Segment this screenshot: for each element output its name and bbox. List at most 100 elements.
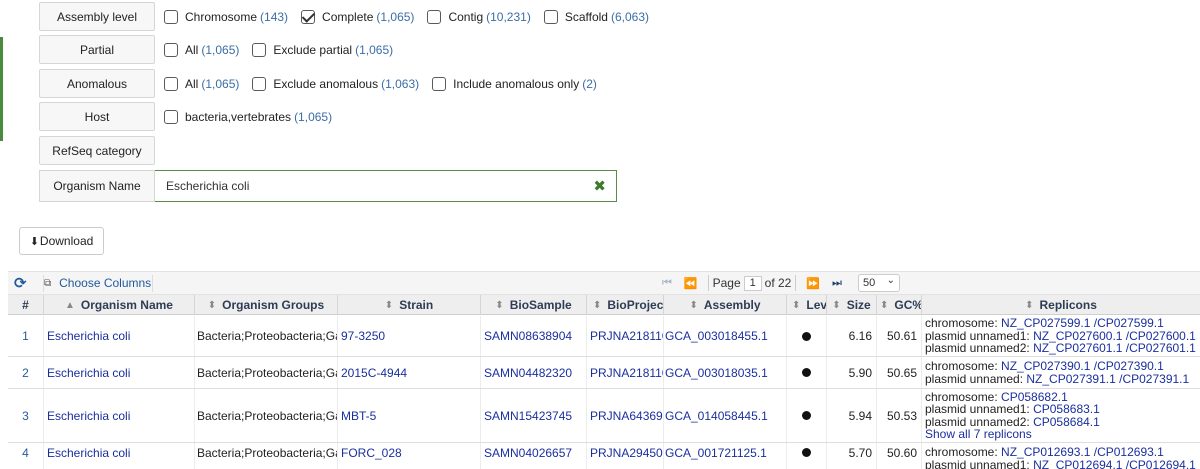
column-header-size[interactable]: ⬍ Size — [827, 295, 877, 315]
assembly-link[interactable]: GCA_014058445.1 — [664, 389, 787, 442]
assembly-link[interactable]: GCA_003018035.1 — [664, 357, 787, 388]
page-label: Page — [712, 276, 741, 290]
column-header-label: Replicons — [1039, 298, 1097, 312]
option-exclude-anomalous[interactable]: Exclude anomalous (1,063) — [252, 76, 420, 91]
option-count: (143) — [260, 9, 289, 24]
option-include-anomalous-only[interactable]: Include anomalous only (2) — [432, 76, 597, 91]
organism-name-link[interactable]: Escherichia coli — [44, 443, 195, 469]
strain-link[interactable]: 2015C-4944 — [338, 357, 481, 388]
replicon-link[interactable]: CP058684.1 — [1033, 415, 1100, 429]
option-count: (6,063) — [610, 9, 650, 24]
filter-label-refseq-category[interactable]: RefSeq category — [39, 136, 155, 165]
checkbox-exclude-partial[interactable] — [252, 42, 267, 57]
biosample-link[interactable]: SAMN15423745 — [481, 389, 587, 442]
option-contig[interactable]: Contig (10,231) — [427, 9, 531, 24]
complete-level-icon — [802, 331, 811, 341]
column-header-replicons[interactable]: ⬍ Replicons — [922, 295, 1200, 315]
download-button[interactable]: ⬇ Download — [19, 227, 104, 255]
option-complete[interactable]: Complete (1,065) — [301, 9, 414, 24]
organism-groups-cell: Bacteria;Proteobacteria;Gammaproteobacte… — [195, 443, 338, 469]
page-size-value: 50 — [862, 277, 876, 289]
option-exclude-partial[interactable]: Exclude partial (1,065) — [252, 42, 394, 57]
checkbox-contig[interactable] — [427, 9, 442, 24]
checkbox-host[interactable] — [164, 109, 178, 124]
option-partial-all[interactable]: All (1,065) — [164, 42, 239, 57]
biosample-link[interactable]: SAMN04026657 — [481, 443, 587, 469]
sort-icon: ⬍ — [593, 299, 602, 311]
option-label: bacteria,vertebrates — [185, 109, 292, 124]
table-row[interactable]: 1 Escherichia coli Bacteria;Proteobacter… — [8, 316, 1200, 357]
table-row[interactable]: 2 Escherichia coli Bacteria;Proteobacter… — [8, 357, 1200, 389]
filter-organism-name: Organism Name Escherichia coli ✖ — [39, 170, 617, 202]
checkbox-scaffold[interactable] — [543, 9, 558, 24]
filter-label-assembly-level: Assembly level — [39, 2, 155, 31]
assembly-link[interactable]: GCA_003018455.1 — [664, 316, 787, 356]
row-index: 3 — [8, 389, 44, 442]
strain-link[interactable]: 97-3250 — [338, 316, 481, 356]
assembly-link[interactable]: GCA_001721125.1 — [664, 443, 787, 469]
option-host[interactable]: bacteria,vertebrates (1,065) — [164, 109, 332, 124]
replicons-cell: chromosome: NZ_CP027599.1 /CP027599.1 pl… — [922, 316, 1200, 356]
bioproject-link[interactable]: PRJNA294502 — [587, 443, 664, 469]
option-anomalous-all[interactable]: All (1,065) — [164, 76, 239, 91]
biosample-link[interactable]: SAMN08638904 — [481, 316, 587, 356]
column-header-level[interactable]: ⬍ Level — [787, 295, 827, 315]
page-size-select[interactable]: 50 ⌄ — [857, 274, 900, 292]
option-label: Scaffold — [564, 9, 608, 24]
column-header-label: Strain — [399, 298, 434, 312]
sort-icon: ⬍ — [1025, 299, 1034, 311]
bioproject-link[interactable]: PRJNA218110 — [587, 316, 664, 356]
table-row[interactable]: 4 Escherichia coli Bacteria;Proteobacter… — [8, 443, 1200, 469]
column-header-biosample[interactable]: ⬍ BioSample — [481, 295, 587, 315]
option-label: All — [185, 76, 199, 91]
checkbox-exclude-anomalous[interactable] — [252, 76, 267, 91]
strain-link[interactable]: FORC_028 — [338, 443, 481, 469]
replicon-link[interactable]: NZ_CP012694.1 /CP012694.1 — [1033, 458, 1196, 469]
option-count: (10,231) — [486, 9, 531, 24]
option-scaffold[interactable]: Scaffold (6,063) — [543, 9, 650, 24]
checkbox-anomalous-all[interactable] — [164, 76, 178, 91]
download-label: Download — [39, 234, 94, 248]
option-chromosome[interactable]: Chromosome (143) — [164, 9, 289, 24]
choose-columns-button[interactable]: ⧉ Choose Columns — [44, 276, 151, 290]
replicon-link[interactable]: NZ_CP027601.1 /CP027601.1 — [1033, 341, 1196, 355]
checkbox-complete[interactable] — [301, 9, 316, 24]
organism-name-link[interactable]: Escherichia coli — [44, 316, 195, 356]
last-page-icon[interactable]: ⏭ — [832, 277, 842, 290]
row-index: 2 — [8, 357, 44, 388]
biosample-link[interactable]: SAMN04482320 — [481, 357, 587, 388]
column-header-organism-name[interactable]: ▲ Organism Name — [44, 295, 195, 315]
table-row[interactable]: 3 Escherichia coli Bacteria;Proteobacter… — [8, 389, 1200, 443]
checkbox-chromosome[interactable] — [164, 9, 178, 24]
page-of-label: of 22 — [764, 276, 792, 290]
first-page-icon[interactable]: ⏮ — [662, 277, 672, 290]
column-header-label: # — [22, 298, 29, 312]
show-all-replicons-link[interactable]: Show all 7 replicons — [925, 428, 1032, 441]
column-header-gc[interactable]: ⬍ GC% — [877, 295, 922, 315]
replicon-link[interactable]: NZ_CP027391.1 /CP027391.1 — [1026, 372, 1189, 386]
organism-name-input[interactable]: Escherichia coli ✖ — [155, 170, 617, 202]
column-header-organism-groups[interactable]: ⬍ Organism Groups — [195, 295, 338, 315]
refresh-icon[interactable]: ⟳ — [14, 274, 27, 292]
replicon-label: plasmid unnamed2: — [925, 341, 1034, 356]
organism-name-value: Escherichia coli — [166, 179, 250, 193]
column-header-assembly[interactable]: ⬍ Assembly — [664, 295, 787, 315]
organism-name-link[interactable]: Escherichia coli — [44, 357, 195, 388]
option-count: (1,063) — [381, 76, 420, 91]
option-label: Contig — [448, 9, 484, 24]
clear-icon[interactable]: ✖ — [593, 177, 606, 195]
column-header-bioproject[interactable]: ⬍ BioProject — [587, 295, 664, 315]
column-header-strain[interactable]: ⬍ Strain — [338, 295, 481, 315]
level-cell — [787, 443, 827, 469]
checkbox-include-anomalous-only[interactable] — [432, 76, 447, 91]
option-count: (1,065) — [355, 42, 394, 57]
prev-page-icon[interactable]: ⏪ — [684, 277, 698, 290]
bioproject-link[interactable]: PRJNA218110 — [587, 357, 664, 388]
bioproject-link[interactable]: PRJNA643697 — [587, 389, 664, 442]
next-page-icon[interactable]: ⏩ — [806, 277, 820, 290]
strain-link[interactable]: MBT-5 — [338, 389, 481, 442]
page-input[interactable]: 1 — [743, 275, 762, 291]
filter-partial: Partial All (1,065) Exclude partial (1,0… — [39, 35, 397, 64]
checkbox-partial-all[interactable] — [164, 42, 178, 57]
organism-name-link[interactable]: Escherichia coli — [44, 389, 195, 442]
